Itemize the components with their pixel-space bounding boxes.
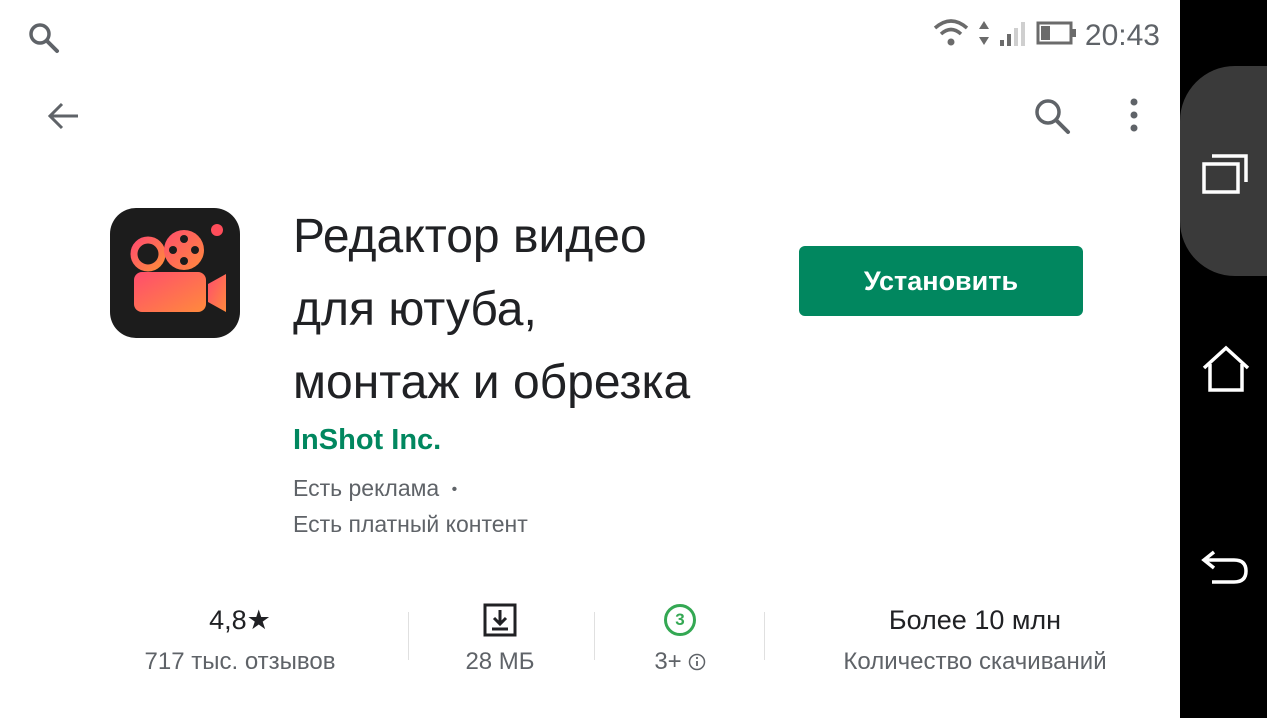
ads-notice-text: Есть реклама [293, 475, 440, 501]
separator-dot: • [451, 480, 458, 498]
info-icon [688, 653, 705, 671]
search-button[interactable] [1032, 96, 1072, 141]
more-vert-icon [1130, 98, 1138, 132]
more-options-button[interactable] [1122, 96, 1146, 141]
arrow-back-icon [47, 102, 78, 130]
video-camera-icon [130, 224, 226, 312]
home-icon [1202, 345, 1250, 392]
signal-icon [999, 18, 1027, 53]
wifi-icon [933, 18, 969, 53]
status-time: 20:43 [1084, 18, 1160, 52]
age-rating-badge: 3 [664, 604, 696, 636]
rating-stat[interactable]: 4,8 ★ 717 тыс. отзывов [110, 600, 370, 676]
download-icon [483, 603, 517, 637]
app-size: 28 МБ [465, 648, 535, 675]
app-icon [110, 208, 240, 338]
app-title-line: для ютуба, [293, 283, 537, 336]
status-search-icon [26, 20, 60, 59]
app-title-line: Редактор видео [293, 210, 647, 263]
ads-notice: Есть реклама • [293, 475, 457, 502]
app-title-line: монтаж и обрезка [293, 356, 691, 409]
data-arrows-icon [977, 18, 991, 53]
search-icon [1035, 99, 1070, 134]
recents-icon [1202, 154, 1248, 194]
recents-button[interactable] [1200, 150, 1252, 201]
back-button[interactable] [46, 98, 82, 139]
play-store-screen: 20:43 Редактор видео для ютуба, монтаж и… [0, 0, 1180, 718]
status-bar-right: 20:43 [933, 18, 1160, 53]
back-icon [1201, 550, 1248, 584]
downloads-value: Более 10 млн [888, 604, 1062, 635]
app-title: Редактор видео для ютуба, монтаж и обрез… [293, 200, 793, 419]
stat-divider [594, 612, 595, 660]
system-back-button[interactable] [1200, 540, 1252, 597]
star-icon: ★ [246, 604, 271, 635]
age-rating-stat[interactable]: 3 3+ [610, 600, 750, 676]
developer-link[interactable]: InShot Inc. [293, 424, 441, 457]
age-rating-label: 3+ [654, 648, 682, 675]
rating-value: 4,8 [209, 604, 247, 635]
install-button[interactable]: Установить [799, 246, 1083, 316]
paid-content-notice: Есть платный контент [293, 511, 528, 537]
size-stat: 28 МБ [430, 600, 570, 676]
stat-divider [408, 612, 409, 660]
downloads-label: Количество скачиваний [843, 648, 1107, 675]
stat-divider [764, 612, 765, 660]
reviews-count: 717 тыс. отзывов [144, 648, 336, 675]
downloads-stat: Более 10 млн Количество скачиваний [800, 600, 1150, 676]
home-button[interactable] [1200, 342, 1252, 399]
battery-icon [1035, 18, 1077, 53]
